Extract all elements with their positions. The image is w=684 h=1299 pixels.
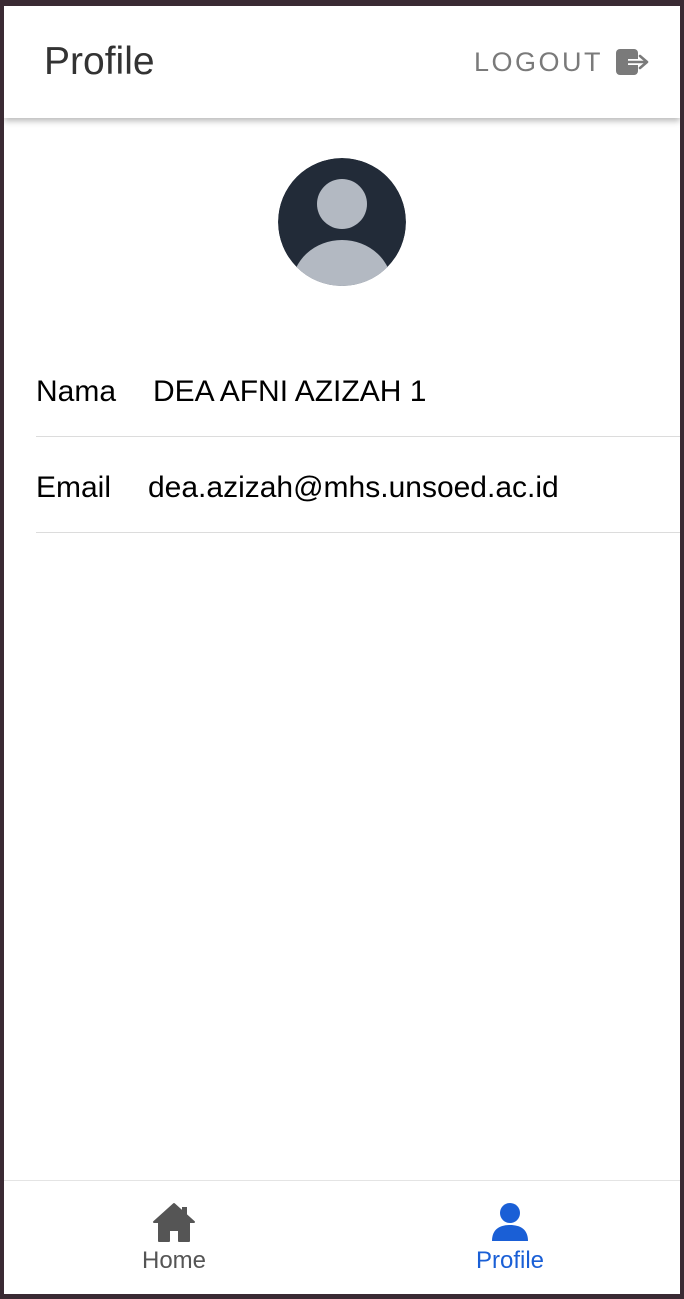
name-label: Nama [36,375,117,408]
home-icon [152,1201,196,1245]
person-avatar-icon [278,158,406,286]
page-title: Profile [44,40,155,83]
tab-profile-label: Profile [475,1247,545,1274]
email-value: dea.azizah@mhs.unsoed.ac.id [148,471,559,504]
app-header: Profile LOGOUT [4,6,680,118]
logout-label: LOGOUT [474,46,604,77]
bottom-tab-bar: Home Profile [4,1180,680,1294]
logout-button[interactable]: LOGOUT [474,42,651,82]
logout-icon [615,47,651,77]
email-label: Email [36,471,112,504]
tab-profile[interactable]: Profile [410,1181,610,1293]
profile-email-row: Email dea.azizah@mhs.unsoed.ac.id [36,437,680,533]
name-value: DEA AFNI AZIZAH 1 [153,375,427,408]
avatar [278,158,406,286]
profile-name-row: Nama DEA AFNI AZIZAH 1 [36,341,680,437]
tab-home-label: Home [141,1247,207,1274]
app-screen: Profile LOGOUT Nama DEA AFNI AZIZAH 1 Em… [4,6,680,1294]
person-icon [488,1201,532,1245]
tab-home[interactable]: Home [74,1181,274,1293]
